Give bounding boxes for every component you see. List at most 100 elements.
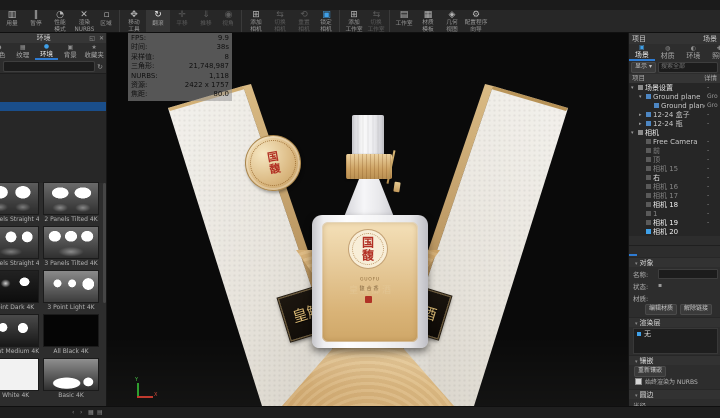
chevron-down-icon: ▾ [635,321,638,327]
toolbar-button[interactable]: ⊞ 添加 工作室 [342,10,366,32]
tessellation-section-title[interactable]: ▾镶嵌 [629,355,720,365]
tree-expander-icon[interactable]: ▾ [639,94,644,100]
toolbar-button[interactable]: ⟲ 重置 相机 [292,10,316,32]
project-tab[interactable]: ◐ 环境 [681,44,707,61]
toolbar-button[interactable]: ✕ 渲染 NURBS [72,10,96,32]
name-label: 名称: [633,269,655,279]
refresh-icon[interactable]: ↻ [97,63,103,71]
toolbar-button[interactable]: ⇓ 推移 [194,10,218,32]
selected-folder-row[interactable] [0,102,106,111]
tree-expander-icon[interactable]: ▸ [639,121,644,127]
environment-thumbnail[interactable]: All White 4K [0,358,39,400]
library-search-input[interactable] [3,61,95,72]
environment-thumbnail[interactable]: 3 Panels Straight 4K [0,226,39,268]
stats-label: 焦距: [131,90,147,99]
round-edges-section-title[interactable]: ▾圆边 [629,389,720,399]
toolbar-button[interactable]: ✛ 平移 [170,10,194,32]
environment-thumbnail[interactable]: 2 Panels Straight 4K [0,182,39,224]
environment-thumbnail-image [43,270,99,303]
library-tab[interactable]: ★ 收藏夹 [82,43,106,60]
project-tab[interactable]: ▣ 场景 [629,44,655,61]
toolbar-button[interactable]: ▤ 工作室 [392,10,416,32]
environment-thumbnail-image [0,314,39,347]
object-section-title[interactable]: ▾对象 [629,257,720,267]
tree-row[interactable]: ▾ 场景设置 - [629,83,720,92]
scene-search-input[interactable] [658,62,718,73]
undock-icon[interactable]: ◱ [87,35,97,42]
environment-thumbnail[interactable]: 3 Point Light 4K [43,270,99,312]
project-tab[interactable]: ✚ 照明 [706,44,720,61]
toolbar-button[interactable]: ▦ 材质 模板 [416,10,440,32]
properties-tabs [629,245,720,256]
toolbar-button[interactable]: ▣ 锁定 相机 [316,10,340,32]
library-tab[interactable]: ● 颜色 [0,43,11,60]
library-tab[interactable]: ▦ 纹理 [11,43,35,60]
bottle-reflection [312,349,428,389]
library-tab-icon: ● [44,44,49,50]
environment-thumbnail[interactable]: 3 Panels Tilted 4K [43,226,99,268]
close-icon[interactable]: ✕ [97,35,106,42]
project-tab-icon: ◍ [665,46,670,52]
stats-value: 1,118 [209,72,229,81]
render-layer-section-title[interactable]: ▾渲染层 [629,317,720,327]
toolbar-button[interactable]: ⇆ 切换 工作室 [366,10,390,32]
environment-thumbnail[interactable]: 2 Panels Tilted 4K [43,182,99,224]
toolbar-button[interactable]: ◉ 视角 [218,10,242,32]
stats-label: 三角形: [131,62,154,71]
library-tab[interactable]: ▣ 背景 [58,43,82,60]
toolbar-button[interactable]: ◈ 几何 视图 [440,10,464,32]
scrollbar[interactable] [103,183,106,303]
retessellate-button[interactable]: 重新镶嵌 [634,366,666,377]
properties-tab[interactable] [638,246,646,256]
tree-row[interactable]: ▾ Ground plane Gro [629,92,720,101]
toolbar-button[interactable]: ‖ 暂停 [24,10,48,32]
next-icon[interactable]: › [80,409,82,416]
show-dropdown[interactable]: 显示 ▾ [631,62,656,73]
environment-thumbnail[interactable]: Basic 4K [43,358,99,400]
toolbar-button-label: 材质 模板 [422,20,433,32]
render-layer-item[interactable]: 无 [634,329,717,338]
toolbar-button[interactable]: ◔ 性能 模式 [48,10,72,32]
library-tab-icon: ● [0,45,2,51]
bottle-gold-collar [346,154,392,179]
nurbs-checkbox[interactable] [635,378,642,385]
unlink-material-button[interactable]: 解除链接 [680,304,712,315]
project-tab[interactable]: ◍ 材质 [655,44,681,61]
tree-item-icon [646,148,651,153]
toolbar-button[interactable]: ⚙ 配置程序 向导 [464,10,488,32]
environment-thumbnail-label: 2 Panels Straight 4K [0,215,39,224]
name-input[interactable] [658,269,718,279]
library-tab[interactable]: ● 环境 [35,43,59,60]
round-edges-label: 圆边 [640,391,654,399]
tree-row[interactable]: 相机 20 [629,227,720,236]
toolbar-button[interactable]: ⇆ 切换 相机 [268,10,292,32]
tree-expander-icon[interactable]: ▾ [631,85,636,91]
toolbar-button-label: 添加 相机 [250,20,261,32]
environment-thumbnail[interactable]: 3 Point Dark 4K [0,270,39,312]
render-viewport[interactable]: 皇觞 御酒 国馥 国馥 GUOFU 馥合香 皇觞御酒 FPS: 9.9 时间: … [107,33,628,406]
properties-tab[interactable] [647,246,655,256]
tree-row[interactable]: 相机 18 - [629,200,720,209]
toolbar-button[interactable]: ⊞ 添加 相机 [244,10,268,32]
library-folder-list[interactable] [0,73,106,183]
toolbar-button-label: 移动 工具 [128,20,139,32]
tree-item-detail: - [707,84,720,91]
toolbar-button[interactable]: ▫ 区域 [96,10,120,32]
main-toolbar: ▥ 用量 ‖ 暂停 ◔ 性能 模式 ✕ 渲染 NURBS ▫ 区域 ✥ 移动 工… [0,10,720,33]
toolbar-button[interactable]: ↻ 翻滚 [146,10,170,32]
environment-thumbnail[interactable]: 3 Point Medium 4K [0,314,39,356]
tree-row[interactable]: ▾ 相机 [629,128,720,137]
render-layer-list: 无 [633,328,718,354]
toolbar-button[interactable]: ✥ 移动 工具 [122,10,146,32]
toolbar-button[interactable]: ▥ 用量 [0,10,24,32]
environment-thumbnail-image [43,358,99,391]
grid-view-icon[interactable]: ▦ [88,409,94,416]
tree-expander-icon[interactable]: ▾ [631,130,636,136]
prev-icon[interactable]: ‹ [72,409,74,416]
properties-tab[interactable] [629,246,637,256]
environment-thumbnail[interactable]: All Black 4K [43,314,99,356]
edit-material-button[interactable]: 编辑材质 [645,304,677,315]
tree-expander-icon[interactable]: ▸ [639,112,644,118]
list-view-icon[interactable]: ▤ [97,409,103,416]
environment-thumbnail-label: 3 Panels Tilted 4K [43,259,99,268]
